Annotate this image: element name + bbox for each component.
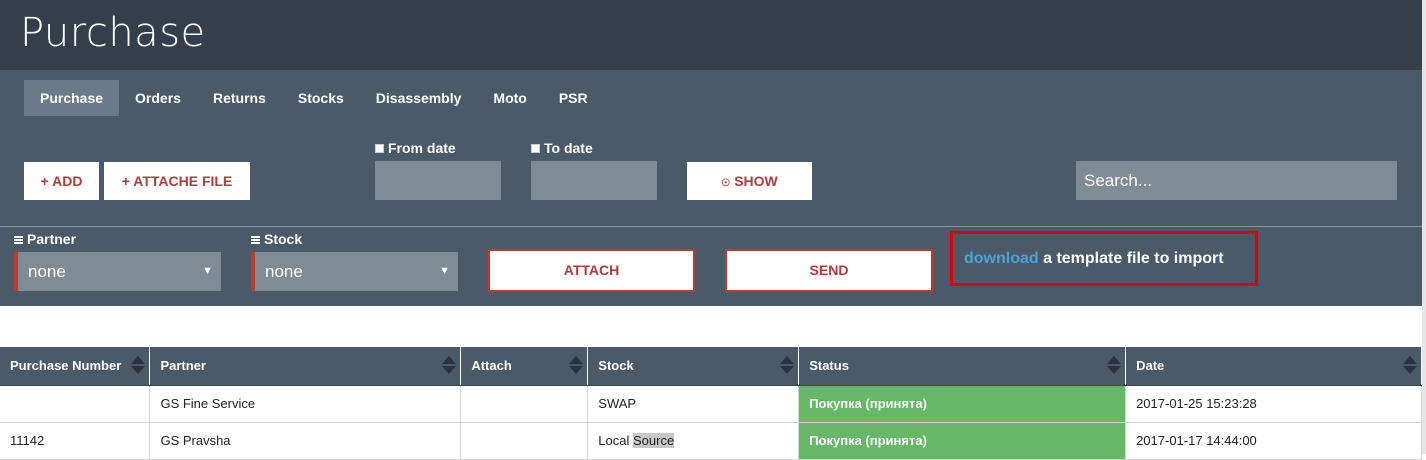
- column-header-label: Status: [809, 358, 849, 374]
- column-header-purchase-number[interactable]: Purchase Number: [0, 347, 151, 386]
- sort-icon: [569, 356, 584, 376]
- sort-icon: [131, 356, 146, 376]
- cell-date: 2017-01-17 14:44:00: [1125, 422, 1422, 460]
- column-header-partner[interactable]: Partner: [149, 347, 462, 386]
- show-button[interactable]: ☉ SHOW: [687, 162, 812, 200]
- cell-partner: GS Pravsha: [149, 422, 462, 460]
- column-header-date[interactable]: Date: [1125, 347, 1422, 386]
- tab-orders[interactable]: Orders: [119, 80, 197, 116]
- tab-bar: Purchase Orders Returns Stocks Disassemb…: [24, 80, 604, 116]
- eye-icon: ☉: [721, 178, 731, 189]
- vertical-scrollbar[interactable]: [1422, 0, 1426, 454]
- to-date-label: To date: [531, 140, 593, 156]
- attach-button[interactable]: ATTACH: [488, 249, 695, 292]
- from-date-input[interactable]: [375, 161, 501, 200]
- template-download-notice: download a template file to import: [950, 231, 1258, 286]
- column-header-stock[interactable]: Stock: [587, 347, 800, 386]
- stock-text: SWAP: [598, 396, 637, 411]
- show-label: SHOW: [734, 173, 778, 189]
- purchase-table: Purchase Number Partner Attach Stock Sta…: [0, 347, 1422, 460]
- sort-icon: [442, 356, 457, 376]
- list-icon: [14, 235, 23, 245]
- partner-select-value: none: [28, 262, 66, 281]
- cell-date: 2017-01-25 15:23:28: [1125, 385, 1422, 423]
- cell-status: Покупка (принята): [798, 422, 1127, 460]
- column-header-status[interactable]: Status: [798, 347, 1127, 386]
- tab-psr[interactable]: PSR: [543, 80, 604, 116]
- add-button[interactable]: + ADD: [24, 162, 99, 200]
- stock-label-text: Stock: [264, 231, 303, 247]
- stock-select-value: none: [265, 262, 303, 281]
- partner-label-text: Partner: [27, 231, 77, 247]
- list-icon: [251, 235, 260, 245]
- calendar-icon: [531, 144, 540, 153]
- tab-purchase[interactable]: Purchase: [24, 80, 120, 116]
- sort-icon: [1403, 356, 1417, 376]
- caret-down-icon: ▼: [202, 265, 213, 277]
- column-header-attach[interactable]: Attach: [460, 347, 589, 386]
- tab-returns[interactable]: Returns: [197, 80, 282, 116]
- tab-stocks[interactable]: Stocks: [282, 80, 360, 116]
- cell-stock: Local Source: [587, 422, 800, 460]
- download-text: a template file to import: [1038, 250, 1224, 267]
- tab-disassembly[interactable]: Disassembly: [360, 80, 478, 116]
- page-title: Purchase: [20, 10, 206, 56]
- divider: [0, 226, 1422, 227]
- download-link[interactable]: download: [964, 250, 1039, 267]
- search-input[interactable]: [1076, 161, 1397, 200]
- stock-label: Stock: [251, 231, 302, 247]
- app-header: Purchase: [0, 0, 1426, 70]
- column-header-label: Stock: [598, 358, 634, 374]
- cell-purchase-number: 11142: [0, 422, 151, 460]
- cell-status: Покупка (принята): [798, 385, 1127, 423]
- cell-partner: GS Fine Service: [149, 385, 462, 423]
- to-date-text: To date: [544, 140, 593, 156]
- stock-text: Local: [598, 433, 633, 448]
- cell-attach: [460, 385, 589, 423]
- stock-select[interactable]: none ▼: [251, 252, 458, 291]
- table-row[interactable]: 11142 GS Pravsha Local Source Покупка (п…: [0, 422, 1422, 460]
- calendar-icon: [375, 144, 384, 153]
- table-header-row: Purchase Number Partner Attach Stock Sta…: [0, 347, 1422, 386]
- table-row[interactable]: GS Fine Service SWAP Покупка (принята) 2…: [0, 385, 1422, 423]
- caret-down-icon: ▼: [439, 265, 450, 277]
- tab-moto[interactable]: Moto: [477, 80, 542, 116]
- from-date-text: From date: [388, 140, 456, 156]
- column-header-label: Attach: [471, 358, 512, 374]
- cell-purchase-number: [0, 385, 151, 423]
- partner-label: Partner: [14, 231, 76, 247]
- attache-file-button[interactable]: + ATTACHE FILE: [104, 162, 250, 200]
- stock-highlight: Source: [632, 433, 675, 448]
- send-button[interactable]: SEND: [725, 249, 933, 292]
- column-header-label: Partner: [160, 358, 206, 374]
- sort-icon: [780, 356, 795, 376]
- partner-select[interactable]: none ▼: [14, 252, 221, 291]
- to-date-input[interactable]: [531, 161, 657, 200]
- sort-icon: [1107, 356, 1122, 376]
- column-header-label: Date: [1136, 358, 1165, 374]
- cell-stock: SWAP: [587, 385, 800, 423]
- from-date-label: From date: [375, 140, 456, 156]
- column-header-label: Purchase Number: [10, 358, 122, 374]
- cell-attach: [460, 422, 589, 460]
